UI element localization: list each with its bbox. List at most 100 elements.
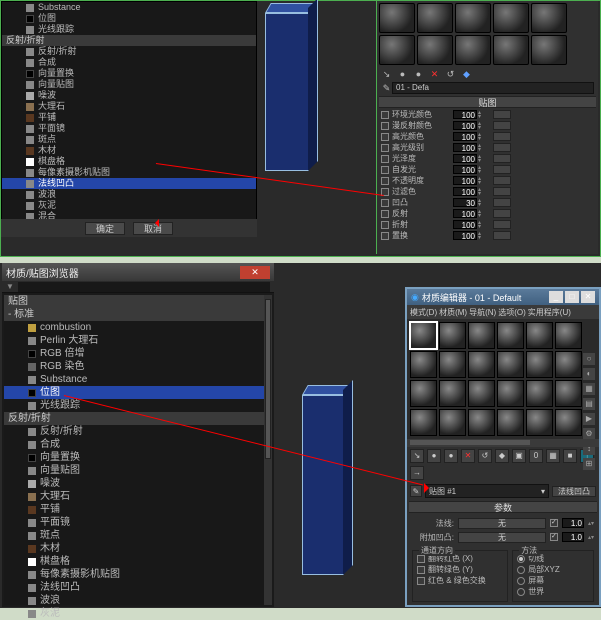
spinner-arrows-icon[interactable]: ▴▾: [478, 210, 492, 218]
ok-button[interactable]: 确定: [85, 222, 125, 235]
material-slot[interactable]: [468, 380, 495, 407]
material-slot[interactable]: [455, 35, 491, 65]
spinner-arrows-icon[interactable]: ▴▾: [478, 144, 492, 152]
tree-item[interactable]: 木材: [4, 542, 272, 555]
map-slot-button[interactable]: [493, 209, 511, 218]
map-slot-button[interactable]: [493, 198, 511, 207]
material-slot[interactable]: [410, 351, 437, 378]
material-slot[interactable]: [410, 409, 437, 436]
browser-tree-area[interactable]: 贴图- 标准combustionPerlin 大理石RGB 倍增RGB 染色Su…: [4, 295, 272, 605]
tree-item[interactable]: 向量置换: [4, 451, 272, 464]
tree-item[interactable]: 大理石: [2, 101, 256, 112]
map-enable-checkbox[interactable]: [381, 166, 389, 174]
material-name-field[interactable]: 01 - Defa: [392, 82, 594, 94]
horizontal-scrollbar[interactable]: [407, 439, 599, 447]
assign-icon[interactable]: ●: [444, 449, 458, 463]
dialog-titlebar[interactable]: 材质/贴图浏览器 ✕: [2, 263, 274, 281]
get-material-icon[interactable]: ↘: [410, 449, 424, 463]
map-slot-button[interactable]: [493, 176, 511, 185]
method-radio[interactable]: [517, 555, 525, 563]
reset-icon[interactable]: ↺: [445, 69, 456, 80]
vertical-scrollbar[interactable]: [264, 295, 272, 605]
material-slot[interactable]: [379, 35, 415, 65]
close-button[interactable]: ✕: [581, 291, 595, 303]
spinner-arrows-icon[interactable]: ▴▾: [478, 166, 492, 174]
material-slot[interactable]: [468, 409, 495, 436]
method-option[interactable]: 局部XYZ: [517, 564, 589, 575]
material-slot[interactable]: [439, 351, 466, 378]
spinner-arrows-icon[interactable]: ▴▾: [478, 177, 492, 185]
spinner-arrows-icon[interactable]: ▴▾: [588, 520, 594, 527]
amount-spinner[interactable]: 100: [453, 121, 477, 130]
method-option[interactable]: 屏幕: [517, 575, 589, 586]
put-icon[interactable]: ●: [427, 449, 441, 463]
material-slot[interactable]: [526, 380, 553, 407]
tree-item[interactable]: Substance: [2, 2, 256, 13]
tree-category[interactable]: 反射/折射: [2, 35, 256, 46]
scrollbar-thumb[interactable]: [410, 440, 530, 445]
tree-item[interactable]: Perlin 大理石: [4, 334, 272, 347]
map-name-combo[interactable]: 贴图 #1▾: [425, 484, 549, 498]
amount-spinner[interactable]: 100: [453, 209, 477, 218]
material-slot[interactable]: [439, 380, 466, 407]
sphere2-icon[interactable]: ●: [413, 69, 424, 80]
maximize-button[interactable]: □: [565, 291, 579, 303]
tree-item[interactable]: combustion: [4, 321, 272, 334]
map-enable-checkbox[interactable]: [381, 133, 389, 141]
material-slot[interactable]: [555, 409, 582, 436]
pick-icon[interactable]: ↘: [381, 69, 392, 80]
material-slot[interactable]: [555, 322, 582, 349]
material-slot[interactable]: [468, 322, 495, 349]
material-slot[interactable]: [526, 322, 553, 349]
method-radio[interactable]: [517, 577, 525, 585]
material-slot[interactable]: [410, 322, 437, 349]
normal-map-button[interactable]: 无: [458, 518, 546, 529]
put-library-icon[interactable]: ▣: [512, 449, 526, 463]
material-slot[interactable]: [555, 351, 582, 378]
reset-icon[interactable]: ✕: [461, 449, 475, 463]
show-result-icon[interactable]: ■: [563, 449, 577, 463]
material-slot[interactable]: [439, 409, 466, 436]
amount-spinner[interactable]: 100: [453, 154, 477, 163]
tree-item[interactable]: 反射/折射: [2, 46, 256, 57]
tree-category[interactable]: 贴图: [4, 295, 272, 308]
tree-item[interactable]: 光线跟踪: [4, 399, 272, 412]
method-radio[interactable]: [517, 566, 525, 574]
make-unique-icon[interactable]: ◆: [495, 449, 509, 463]
spinner-arrows-icon[interactable]: ▴▾: [478, 221, 492, 229]
tree-item[interactable]: 波浪: [2, 189, 256, 200]
dropper-icon[interactable]: ✎: [381, 83, 392, 94]
tree-item[interactable]: 噪波: [4, 477, 272, 490]
tree-item[interactable]: 灰泥: [2, 200, 256, 211]
tree-item[interactable]: 木材: [2, 145, 256, 156]
map-slot-button[interactable]: [493, 154, 511, 163]
material-slot[interactable]: [531, 3, 567, 33]
spinner-arrows-icon[interactable]: ▴▾: [478, 155, 492, 163]
amount-spinner[interactable]: 100: [453, 132, 477, 141]
sphere-icon[interactable]: ●: [397, 69, 408, 80]
tree-item[interactable]: Substance: [4, 373, 272, 386]
map-type-button[interactable]: 法线凹凸: [552, 486, 596, 497]
material-slot[interactable]: [497, 409, 524, 436]
material-slot[interactable]: [493, 3, 529, 33]
spinner-arrows-icon[interactable]: ▴▾: [478, 199, 492, 207]
amount-spinner[interactable]: 100: [453, 143, 477, 152]
material-slot[interactable]: [555, 380, 582, 407]
tree-item[interactable]: 光线跟踪: [2, 24, 256, 35]
id-icon[interactable]: 0: [529, 449, 543, 463]
tree-item[interactable]: 平面镜: [4, 516, 272, 529]
map-enable-checkbox[interactable]: [381, 122, 389, 130]
map-enable-checkbox[interactable]: [381, 221, 389, 229]
tree-item[interactable]: 棋盘格: [2, 156, 256, 167]
material-slot[interactable]: [410, 380, 437, 407]
channel-checkbox[interactable]: [417, 566, 425, 574]
material-slot[interactable]: [526, 351, 553, 378]
tree-item[interactable]: 大理石: [4, 490, 272, 503]
map-slot-button[interactable]: [493, 132, 511, 141]
tree-item[interactable]: 斑点: [2, 134, 256, 145]
amount-spinner[interactable]: 100: [453, 231, 477, 240]
sample-type-icon[interactable]: ○: [583, 353, 595, 365]
tree-item[interactable]: 斑点: [4, 529, 272, 542]
amount-spinner[interactable]: 100: [453, 165, 477, 174]
material-browser-tree[interactable]: Substance位图光线跟踪反射/折射反射/折射合成向量置换向量贴图噪波大理石…: [1, 1, 257, 237]
